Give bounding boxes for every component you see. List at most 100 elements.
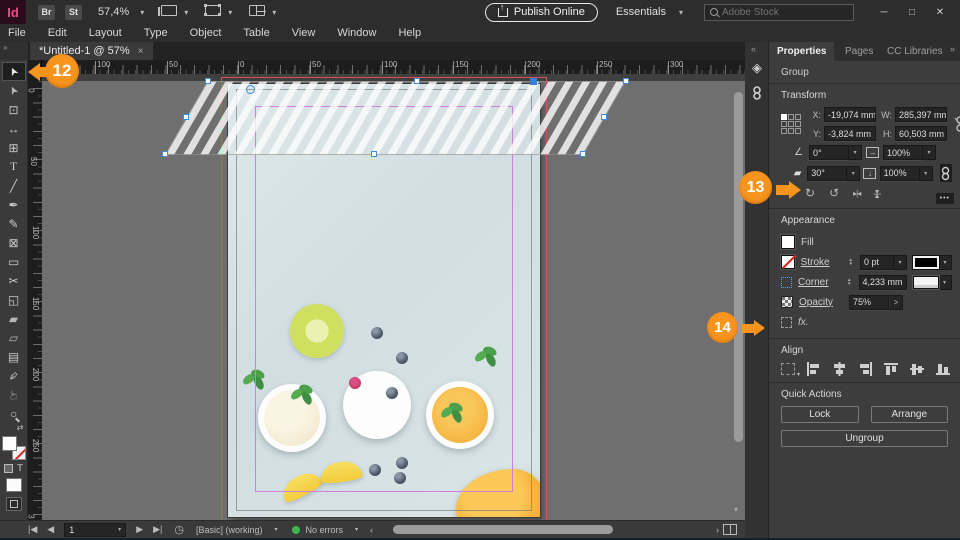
hand-tool[interactable]: ☞: [2, 385, 26, 404]
corner-label[interactable]: Corner: [798, 277, 842, 288]
selection-handle-mid-left[interactable]: [183, 114, 189, 120]
w-field[interactable]: 285,397 mm: [895, 107, 947, 122]
bridge-button[interactable]: Br: [38, 4, 55, 20]
direct-selection-tool[interactable]: ➤: [2, 81, 26, 100]
rotate-cw-icon[interactable]: ↻: [805, 186, 815, 200]
workspace-chevron-icon[interactable]: ▾: [679, 8, 683, 17]
shear-angle-combo[interactable]: 30° ▾: [807, 165, 861, 181]
horizontal-ruler[interactable]: 100 50 0 50 100 150 200 250 300: [42, 60, 745, 74]
preflight-errors-label[interactable]: No errors: [306, 525, 344, 535]
tab-properties[interactable]: Properties: [769, 42, 835, 61]
pencil-tool[interactable]: ✎: [2, 214, 26, 233]
zoom-chevron-icon[interactable]: ▾: [140, 8, 144, 17]
stock-button[interactable]: St: [65, 4, 82, 20]
menu-layout[interactable]: Layout: [89, 27, 122, 39]
flip-horizontal-icon[interactable]: ▸|◂: [853, 189, 861, 198]
formatting-affects-container-icon[interactable]: [3, 463, 13, 473]
chevron-down-icon[interactable]: ▾: [939, 254, 952, 270]
tab-close-icon[interactable]: ×: [138, 46, 144, 57]
vertical-scrollbar[interactable]: ▾: [734, 76, 743, 514]
align-top-icon[interactable]: [884, 362, 899, 376]
publish-online-button[interactable]: Publish Online: [484, 2, 598, 22]
previous-page-button[interactable]: ◀: [47, 524, 54, 535]
stroke-label[interactable]: Stroke: [801, 257, 844, 268]
pen-tool[interactable]: ✒: [2, 195, 26, 214]
corner-style-combo[interactable]: ▾: [912, 274, 952, 290]
chevron-down-icon[interactable]: ▾: [355, 526, 358, 533]
fill-swatch[interactable]: [781, 235, 795, 249]
constrain-dimensions-broken-chain-icon[interactable]: [954, 116, 960, 132]
chevron-down-icon[interactable]: ▾: [847, 165, 861, 181]
maximize-button[interactable]: □: [898, 3, 926, 21]
selection-handle-top-left[interactable]: [205, 78, 211, 84]
content-collector-tool[interactable]: ⊞: [2, 138, 26, 157]
scissors-tool[interactable]: ✂: [2, 271, 26, 290]
menu-file[interactable]: File: [8, 27, 26, 39]
eyedropper-tool[interactable]: ✑: [2, 366, 26, 385]
gap-tool[interactable]: ↔: [2, 119, 26, 138]
zoom-tool[interactable]: ○: [2, 404, 26, 423]
first-page-button[interactable]: |◀: [28, 524, 37, 535]
view-options-chevron-icon[interactable]: ▾: [184, 8, 188, 17]
stroke-weight-stepper[interactable]: ▴ ▾: [849, 258, 852, 267]
align-bottom-icon[interactable]: [936, 362, 951, 376]
opacity-options-icon[interactable]: >: [889, 294, 903, 310]
corner-style-swatch[interactable]: [912, 275, 939, 289]
screen-mode-icon[interactable]: [204, 4, 222, 19]
canvas-pasteboard[interactable]: ▾: [42, 74, 745, 520]
align-to-dropdown[interactable]: [781, 363, 800, 378]
ungroup-button[interactable]: Ungroup: [781, 430, 948, 447]
chevron-down-icon[interactable]: ▾: [938, 274, 952, 290]
flip-vertical-icon[interactable]: ▸|◂: [873, 189, 882, 196]
swap-fill-stroke-icon[interactable]: ⇄: [2, 423, 26, 435]
close-button[interactable]: ✕: [926, 3, 954, 21]
links-panel-icon[interactable]: [745, 86, 769, 103]
chevron-down-icon[interactable]: ▾: [894, 254, 907, 270]
arrange-documents-icon[interactable]: [249, 5, 267, 19]
preflight-profile[interactable]: [Basic] (working): [196, 525, 263, 535]
selection-handle-top-right[interactable]: [623, 78, 629, 84]
chevron-down-icon[interactable]: ▾: [118, 526, 121, 533]
adobe-stock-search[interactable]: [704, 3, 854, 21]
stroke-color-swatch[interactable]: [912, 254, 940, 270]
selection-handle-bottom-center[interactable]: [371, 151, 377, 157]
scroll-down-icon[interactable]: ▾: [734, 505, 738, 514]
selection-handle-bottom-right[interactable]: [580, 151, 586, 157]
pages-panel-icon[interactable]: ◈: [745, 60, 769, 76]
expand-dock-icon[interactable]: »: [950, 44, 955, 54]
chevron-down-icon[interactable]: ▾: [849, 145, 862, 160]
next-page-button[interactable]: ▶: [136, 524, 143, 535]
selection-handle-active[interactable]: [530, 78, 537, 85]
tab-pages[interactable]: Pages: [837, 42, 881, 61]
arrange-button[interactable]: Arrange: [870, 406, 948, 423]
object-style-icon[interactable]: [781, 316, 792, 328]
view-options-icon[interactable]: [158, 5, 178, 19]
more-options-button[interactable]: •••: [935, 193, 954, 204]
tab-cc-libraries[interactable]: CC Libraries: [879, 42, 951, 61]
content-grabber-icon[interactable]: [246, 85, 255, 94]
sheared-stripes-group[interactable]: [165, 81, 626, 155]
menu-edit[interactable]: Edit: [48, 27, 67, 39]
menu-object[interactable]: Object: [190, 27, 222, 39]
type-tool[interactable]: T: [2, 157, 26, 176]
page-tool[interactable]: ⊡: [2, 100, 26, 119]
rectangle-tool[interactable]: ▭: [2, 252, 26, 271]
toolbar-expand-button[interactable]: »: [0, 42, 28, 60]
opacity-label[interactable]: Opacity: [799, 297, 843, 308]
selection-handle-mid-right[interactable]: [601, 114, 607, 120]
apply-color-button[interactable]: [5, 478, 22, 492]
y-field[interactable]: -3,824 mm: [824, 126, 876, 141]
opacity-combo[interactable]: 75% >: [849, 294, 903, 310]
corner-radius-field[interactable]: 4,233 mm: [858, 274, 907, 290]
corner-radius-stepper[interactable]: ▴ ▾: [848, 278, 851, 287]
h-field[interactable]: 60,503 mm: [895, 126, 947, 141]
scroll-right-icon[interactable]: ›: [716, 525, 719, 535]
frame-tool[interactable]: ⊠: [2, 233, 26, 252]
formatting-affects-text-icon[interactable]: T: [17, 463, 23, 474]
zoom-level[interactable]: 57,4%: [98, 6, 129, 18]
gradient-tool[interactable]: ▰: [2, 309, 26, 328]
free-transform-tool[interactable]: ◱: [2, 290, 26, 309]
selection-tool[interactable]: ➤: [1, 62, 26, 81]
vertical-ruler[interactable]: 0 50 100 150 200 250 3: [27, 74, 42, 520]
menu-table[interactable]: Table: [243, 27, 269, 39]
